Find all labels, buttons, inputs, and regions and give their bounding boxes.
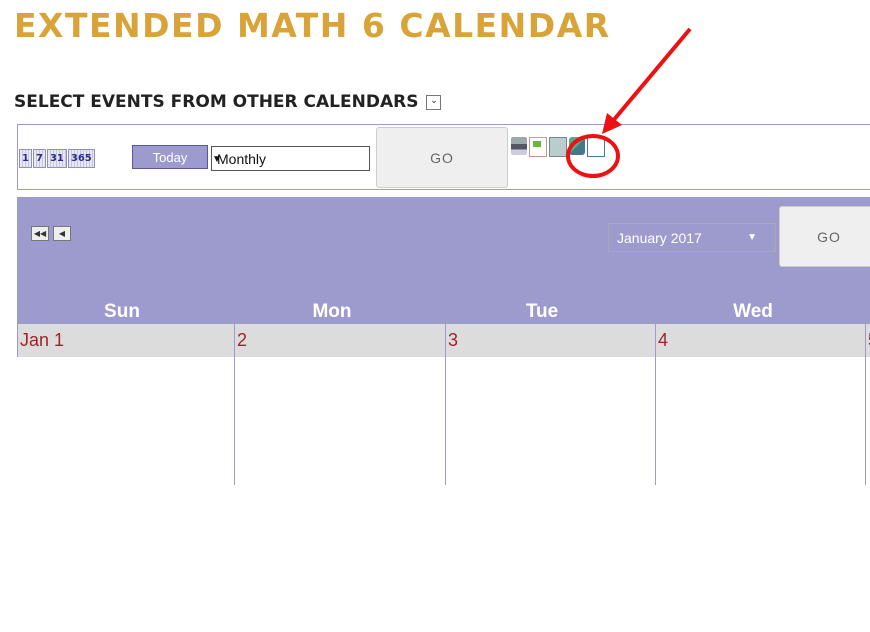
dropdown-arrow-icon: ▼: [747, 232, 757, 243]
day-cell-header[interactable]: Jan 1: [17, 324, 234, 357]
day-cell[interactable]: [234, 357, 445, 485]
day-cell-header[interactable]: 5: [865, 324, 870, 357]
previous-month-icon[interactable]: ◀: [53, 226, 71, 241]
day-cell[interactable]: [655, 357, 865, 485]
ical-icon[interactable]: [529, 137, 547, 157]
weekday-tue: Tue: [525, 301, 559, 322]
weekday-sun: Sun: [104, 301, 140, 322]
view-mode-value: Monthly: [217, 151, 267, 167]
month-select-value: January 2017: [617, 230, 702, 246]
month-select[interactable]: January 2017 ▼: [608, 223, 776, 252]
today-button[interactable]: Today: [132, 145, 208, 169]
day-cell[interactable]: [445, 357, 655, 485]
page-title: EXTENDED MATH 6 CALENDAR: [14, 6, 611, 45]
select-events-label: SELECT EVENTS FROM OTHER CALENDARS: [14, 92, 419, 112]
day-cell-header[interactable]: 4: [655, 324, 865, 357]
day-cell-header[interactable]: 3: [445, 324, 655, 357]
view-month-button[interactable]: 31: [46, 149, 67, 168]
go-button[interactable]: GO: [376, 127, 508, 188]
print-icon[interactable]: [511, 137, 527, 155]
previous-year-icon[interactable]: ◀◀: [31, 226, 49, 241]
view-day-button[interactable]: 1: [19, 149, 32, 168]
day-cell[interactable]: [865, 357, 870, 485]
view-mode-select[interactable]: Monthly ▼: [211, 146, 370, 171]
month-go-button[interactable]: GO: [779, 206, 870, 267]
day-cell[interactable]: [17, 357, 234, 485]
calendar-grid: ◀◀ ◀ January 2017 ▼ GO Sun Mon Tue Wed J…: [17, 197, 870, 485]
view-week-button[interactable]: 7: [32, 149, 46, 168]
weekday-wed: Wed: [733, 301, 773, 322]
day-cell-header[interactable]: 2: [234, 324, 445, 357]
view-year-button[interactable]: 365: [67, 149, 95, 168]
weekday-mon: Mon: [312, 301, 352, 322]
view-buttons: 1 7 31 365: [19, 149, 96, 168]
highlight-circle: [566, 134, 620, 178]
export-icon[interactable]: [549, 137, 567, 157]
calendar-nav: ◀◀ ◀: [31, 226, 71, 241]
expand-icon[interactable]: ⌄: [426, 94, 442, 110]
calendar-toolbar: 1 7 31 365 Today Monthly ▼ GO: [17, 124, 870, 190]
select-events-header[interactable]: SELECT EVENTS FROM OTHER CALENDARS ⌄: [14, 92, 442, 112]
